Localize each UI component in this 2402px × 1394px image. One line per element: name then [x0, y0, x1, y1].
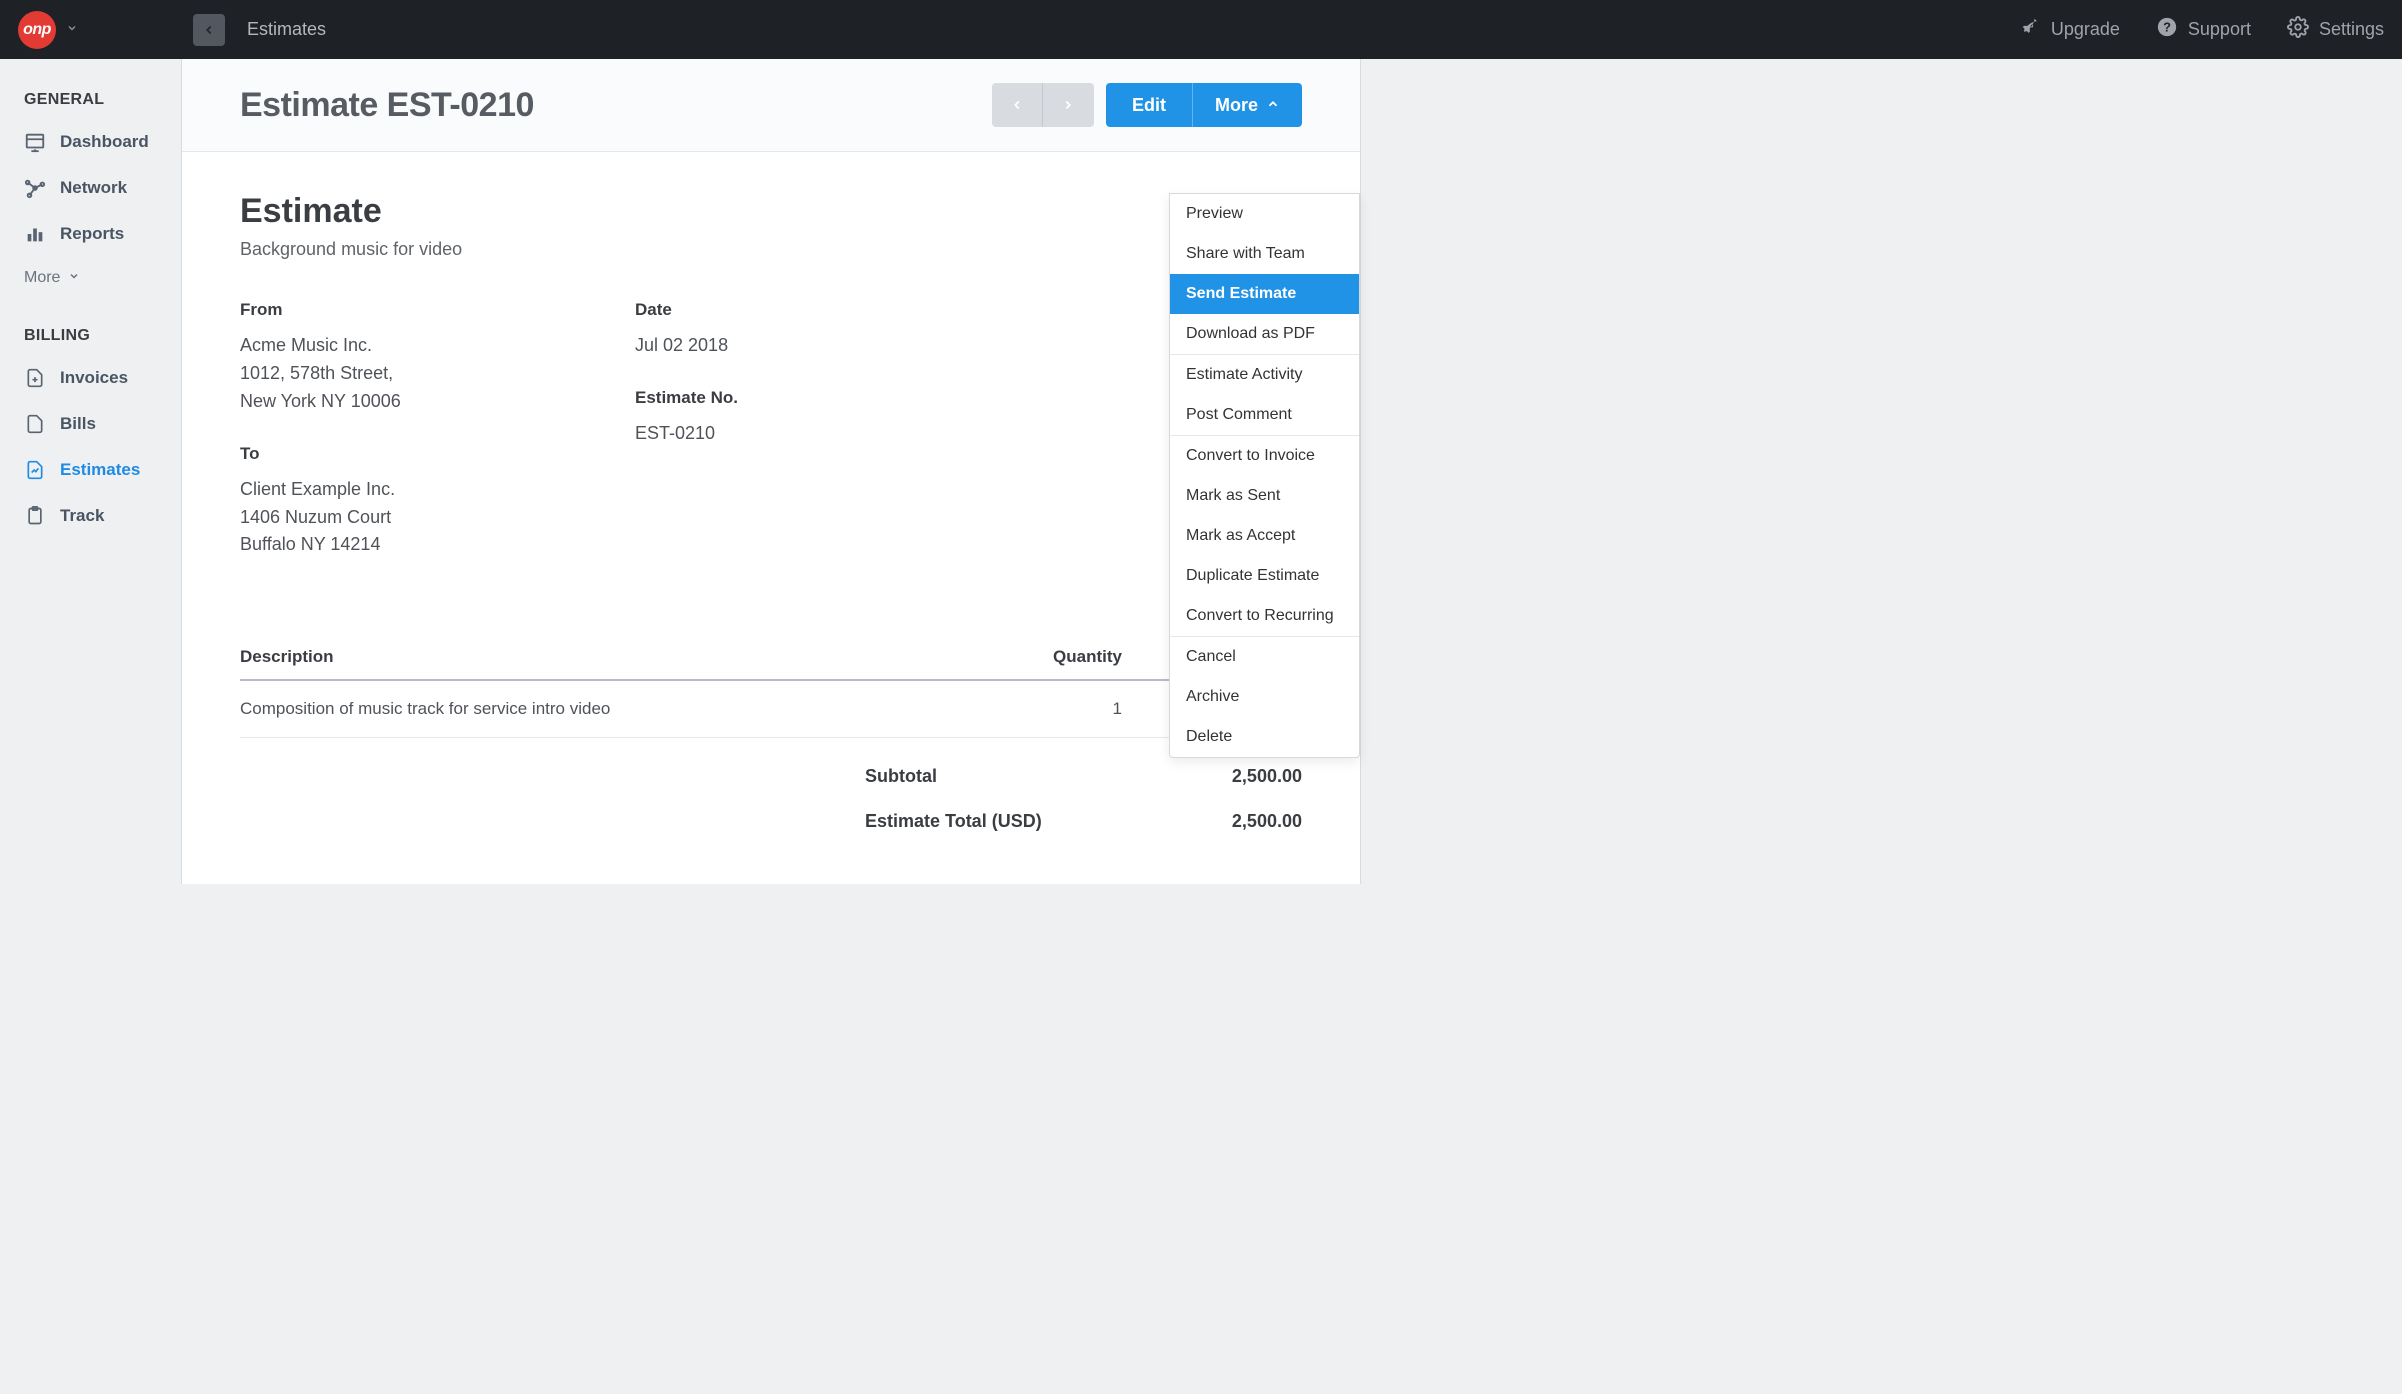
subtotal-label: Subtotal — [240, 766, 1122, 787]
support-link[interactable]: ? Support — [2156, 16, 2251, 43]
dropdown-item[interactable]: Share with Team — [1170, 234, 1359, 274]
sidebar-item-invoices[interactable]: Invoices — [0, 355, 181, 401]
chevron-down-icon — [68, 269, 80, 287]
sidebar-item-network[interactable]: Network — [0, 165, 181, 211]
clipboard-icon — [24, 505, 46, 527]
invoice-icon — [24, 367, 46, 389]
dropdown-item[interactable]: Duplicate Estimate — [1170, 556, 1359, 596]
support-label: Support — [2188, 19, 2251, 40]
bar-chart-icon — [24, 223, 46, 245]
help-icon: ? — [2156, 16, 2178, 43]
dropdown-item[interactable]: Mark as Sent — [1170, 476, 1359, 516]
next-button[interactable] — [1043, 83, 1094, 127]
bill-icon — [24, 413, 46, 435]
more-button[interactable]: More — [1193, 83, 1302, 127]
from-text: Acme Music Inc.1012, 578th Street,New Yo… — [240, 332, 635, 416]
upgrade-label: Upgrade — [2051, 19, 2120, 40]
upgrade-link[interactable]: Upgrade — [2021, 17, 2120, 42]
dropdown-item[interactable]: Convert to Invoice — [1170, 436, 1359, 476]
sidebar-item-label: Bills — [60, 414, 96, 434]
document-title: Estimate — [240, 192, 1302, 231]
chevron-down-icon[interactable] — [66, 22, 78, 37]
sidebar-item-dashboard[interactable]: Dashboard — [0, 119, 181, 165]
settings-label: Settings — [2319, 19, 2384, 40]
sidebar: GENERAL Dashboard Network Reports More — [0, 59, 181, 884]
dropdown-item[interactable]: Download as PDF — [1170, 314, 1359, 354]
sidebar-item-track[interactable]: Track — [0, 493, 181, 539]
subtotal-value: 2,500.00 — [1122, 766, 1302, 787]
sidebar-item-label: Estimates — [60, 460, 140, 480]
chevron-up-icon — [1266, 95, 1280, 116]
from-label: From — [240, 300, 635, 320]
rocket-icon — [2021, 17, 2041, 42]
sidebar-more-label: More — [24, 269, 60, 287]
gear-icon — [2287, 16, 2309, 43]
back-button[interactable] — [193, 14, 225, 46]
to-text: Client Example Inc.1406 Nuzum CourtBuffa… — [240, 476, 635, 560]
dropdown-item[interactable]: Post Comment — [1170, 395, 1359, 435]
sidebar-item-label: Dashboard — [60, 132, 149, 152]
dropdown-item[interactable]: Mark as Accept — [1170, 516, 1359, 556]
breadcrumb[interactable]: Estimates — [247, 19, 326, 40]
col-desc: Description — [240, 647, 1002, 667]
sidebar-group-billing: BILLING — [0, 317, 181, 355]
settings-link[interactable]: Settings — [2287, 16, 2384, 43]
logo[interactable]: onp — [18, 11, 56, 49]
sidebar-item-label: Track — [60, 506, 104, 526]
svg-text:?: ? — [2163, 20, 2171, 35]
estimate-icon — [24, 459, 46, 481]
dropdown-item[interactable]: Estimate Activity — [1170, 355, 1359, 395]
dropdown-item[interactable]: Delete — [1170, 717, 1359, 757]
line-item-row: Composition of music track for service i… — [240, 681, 1302, 738]
col-qty: Quantity — [1002, 647, 1122, 667]
total-label: Estimate Total (USD) — [240, 811, 1122, 832]
sidebar-item-label: Invoices — [60, 368, 128, 388]
dropdown-item[interactable]: Send Estimate — [1170, 274, 1359, 314]
sidebar-more[interactable]: More — [0, 257, 181, 299]
total-value: 2,500.00 — [1122, 811, 1302, 832]
network-icon — [24, 177, 46, 199]
prev-button[interactable] — [992, 83, 1043, 127]
sidebar-item-label: Network — [60, 178, 127, 198]
to-label: To — [240, 444, 635, 464]
sidebar-item-reports[interactable]: Reports — [0, 211, 181, 257]
more-button-label: More — [1215, 95, 1258, 116]
dashboard-icon — [24, 131, 46, 153]
more-dropdown: PreviewShare with TeamSend EstimateDownl… — [1169, 193, 1360, 758]
sidebar-item-label: Reports — [60, 224, 124, 244]
dropdown-item[interactable]: Preview — [1170, 194, 1359, 234]
dropdown-item[interactable]: Cancel — [1170, 637, 1359, 677]
dropdown-item[interactable]: Archive — [1170, 677, 1359, 717]
document-subtitle: Background music for video — [240, 239, 1302, 260]
page-title: Estimate EST-0210 — [240, 86, 534, 125]
sidebar-item-bills[interactable]: Bills — [0, 401, 181, 447]
dropdown-item[interactable]: Convert to Recurring — [1170, 596, 1359, 636]
edit-button[interactable]: Edit — [1106, 83, 1193, 127]
sidebar-group-general: GENERAL — [0, 81, 181, 119]
sidebar-item-estimates[interactable]: Estimates — [0, 447, 181, 493]
